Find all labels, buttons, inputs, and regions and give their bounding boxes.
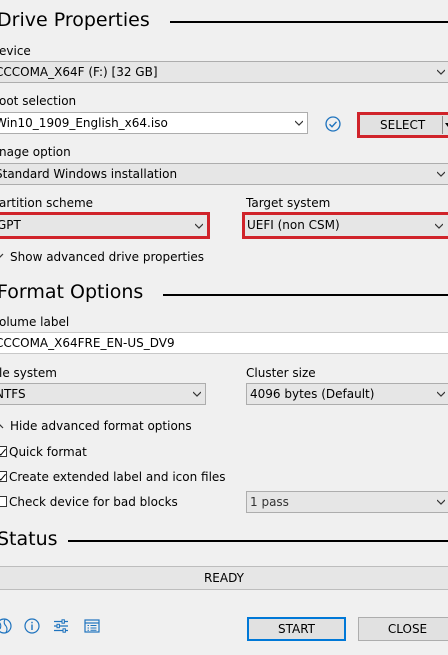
- chevron-down-icon: [437, 69, 445, 75]
- bad-blocks-checkbox[interactable]: [0, 496, 7, 507]
- target-system-label: Target system: [246, 196, 331, 210]
- select-button[interactable]: SELECT: [357, 112, 448, 138]
- chevron-down-icon: [435, 223, 443, 229]
- section-divider: [170, 21, 448, 23]
- chevron-down-icon: [437, 171, 445, 177]
- cluster-size-value: 4096 bytes (Default): [250, 387, 375, 401]
- chevron-up-icon[interactable]: [0, 421, 4, 431]
- section-divider: [68, 540, 448, 542]
- image-option-label: nage option: [0, 145, 71, 159]
- status-progress-bar: READY: [0, 566, 448, 590]
- volume-label-value: CCCOMA_X64FRE_EN-US_DV9: [0, 336, 175, 350]
- partition-scheme-dropdown[interactable]: GPT: [0, 212, 210, 239]
- select-button-label: SELECT: [380, 118, 426, 132]
- bad-blocks-label: Check device for bad blocks: [9, 495, 178, 509]
- close-button[interactable]: CLOSE: [358, 617, 448, 641]
- extended-label-checkbox[interactable]: [0, 471, 7, 482]
- chevron-down-icon: [437, 391, 445, 397]
- status-title: Status: [0, 528, 58, 550]
- start-button[interactable]: START: [247, 617, 346, 641]
- drive-properties-title: Drive Properties: [0, 9, 150, 31]
- globe-language-icon[interactable]: [0, 618, 12, 634]
- hide-advanced-format-toggle[interactable]: Hide advanced format options: [10, 419, 192, 433]
- split-divider: [442, 116, 443, 134]
- file-system-dropdown[interactable]: NTFS: [0, 383, 206, 405]
- partition-scheme-value: GPT: [0, 218, 21, 232]
- volume-label-label: olume label: [0, 315, 70, 329]
- partition-scheme-label: artition scheme: [0, 196, 94, 210]
- passes-value: 1 pass: [250, 495, 289, 509]
- quick-format-label: Quick format: [9, 445, 87, 459]
- show-advanced-drive-toggle[interactable]: Show advanced drive properties: [10, 250, 204, 264]
- device-label: evice: [0, 44, 31, 58]
- format-options-title: Format Options: [0, 281, 144, 303]
- device-value: CCCOMA_X64F (F:) [32 GB]: [0, 65, 158, 79]
- settings-sliders-icon[interactable]: [53, 618, 69, 634]
- cluster-size-dropdown[interactable]: 4096 bytes (Default): [246, 383, 448, 405]
- image-option-value: Standard Windows installation: [0, 167, 178, 181]
- chevron-down-icon: [437, 499, 445, 505]
- target-system-dropdown[interactable]: UEFI (non CSM): [242, 212, 448, 239]
- log-icon[interactable]: [84, 618, 100, 634]
- image-option-dropdown[interactable]: Standard Windows installation: [0, 163, 448, 185]
- chevron-down-icon: [295, 120, 303, 126]
- volume-label-input[interactable]: CCCOMA_X64FRE_EN-US_DV9: [0, 332, 448, 354]
- file-system-label: le system: [0, 366, 57, 380]
- status-text: READY: [203, 571, 245, 585]
- quick-format-checkbox[interactable]: [0, 446, 7, 457]
- section-divider: [163, 294, 448, 296]
- target-system-value: UEFI (non CSM): [247, 218, 340, 232]
- device-dropdown[interactable]: CCCOMA_X64F (F:) [32 GB]: [0, 61, 448, 83]
- boot-selection-dropdown[interactable]: Win10_1909_English_x64.iso: [0, 112, 308, 134]
- passes-dropdown[interactable]: 1 pass: [246, 491, 448, 513]
- chevron-down-icon[interactable]: [0, 251, 4, 261]
- boot-selection-value: Win10_1909_English_x64.iso: [0, 116, 168, 130]
- boot-selection-label: oot selection: [0, 94, 77, 108]
- cluster-size-label: Cluster size: [246, 366, 316, 380]
- verify-checkmark-icon[interactable]: [325, 116, 341, 132]
- chevron-down-icon: [193, 391, 201, 397]
- chevron-down-icon: [195, 223, 203, 229]
- info-icon[interactable]: [24, 618, 40, 634]
- extended-label-label: Create extended label and icon files: [9, 470, 226, 484]
- file-system-value: NTFS: [0, 387, 26, 401]
